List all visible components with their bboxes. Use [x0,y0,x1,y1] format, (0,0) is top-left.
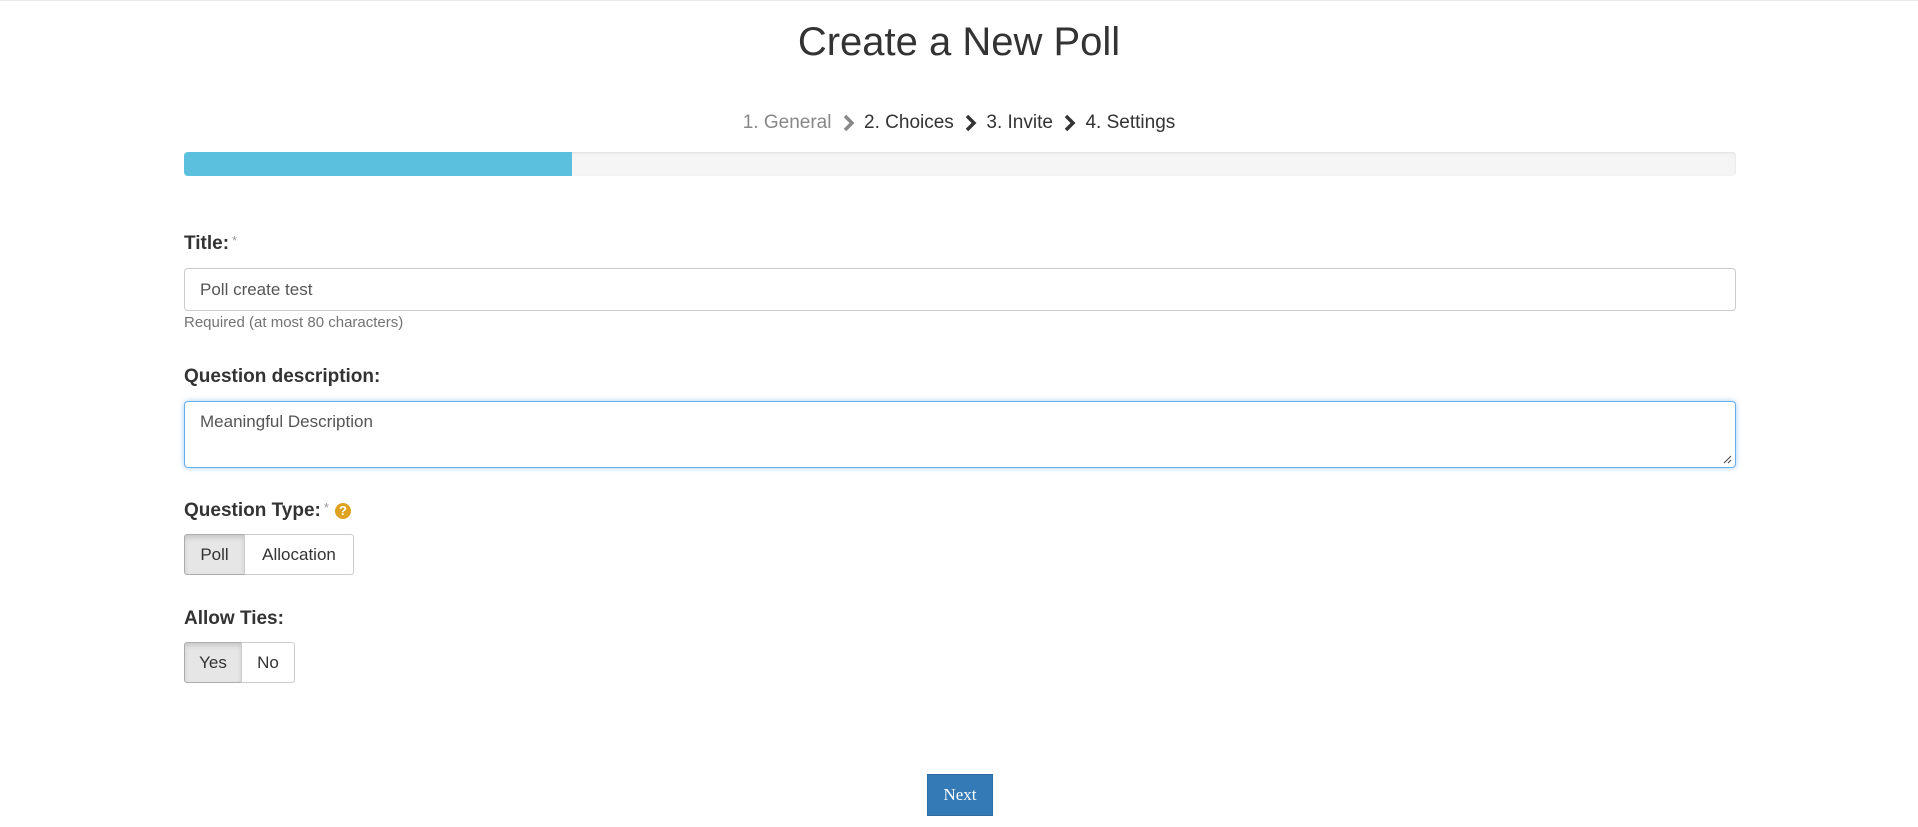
question-circle-icon[interactable]: ? [334,503,351,519]
allow-ties-no-button[interactable]: No [241,642,295,683]
title-help-text: Required (at most 80 characters) [184,314,404,331]
title-label: Title: * [184,233,237,255]
allow-ties-toggle: Yes No [184,642,295,683]
step-invite[interactable]: 3. Invite [986,112,1053,134]
question-type-label: Question Type: *? [184,500,351,522]
allow-ties-label: Allow Ties: [184,608,284,629]
required-asterisk: * [232,233,238,248]
description-textarea[interactable]: Meaningful Description [184,401,1736,468]
title-input[interactable]: Poll create test [184,268,1736,311]
question-type-poll-button[interactable]: Poll [184,534,245,575]
wizard-steps: 1. General 2. Choices 3. Invite 4. Setti… [0,112,1918,134]
step-general[interactable]: 1. General [743,112,832,134]
step-settings[interactable]: 4. Settings [1085,112,1175,134]
wizard-progress-bar [184,152,1736,176]
question-type-allocation-button[interactable]: Allocation [244,534,354,575]
next-button[interactable]: Next [927,774,993,816]
step-choices[interactable]: 2. Choices [864,112,954,134]
description-value: Meaningful Description [200,412,373,431]
question-type-label-text: Question Type: [184,500,321,521]
progress-bar-fill [184,152,572,176]
required-asterisk: * [323,500,329,515]
title-label-text: Title: [184,233,230,254]
top-border [0,0,1918,1]
chevron-right-icon [1064,114,1076,132]
allow-ties-yes-button[interactable]: Yes [184,642,242,683]
chevron-right-icon [843,114,855,132]
page-title: Create a New Poll [797,20,1121,64]
question-type-toggle: Poll Allocation [184,534,354,575]
description-label: Question description: [184,366,381,387]
resize-handle-icon[interactable] [1723,455,1732,464]
chevron-right-icon [965,114,977,132]
